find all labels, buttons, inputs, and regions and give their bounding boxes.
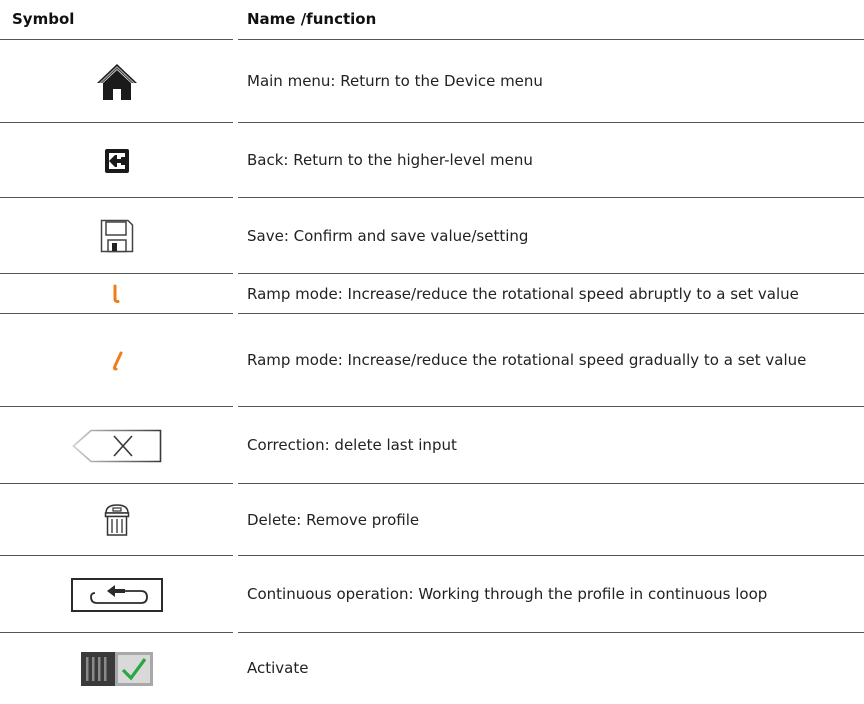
loop-return-icon (0, 556, 233, 633)
backspace-delete-icon (0, 407, 233, 484)
save-floppy-icon (0, 198, 233, 274)
back-exit-icon (0, 123, 233, 198)
trash-bin-icon (0, 484, 233, 556)
row-description: Save: Confirm and save value/setting (247, 226, 529, 245)
row-description: Ramp mode: Increase/reduce the rotationa… (247, 351, 807, 369)
table-row: Continuous operation: Working through th… (0, 556, 864, 633)
row-description: Activate (247, 659, 309, 677)
table-row: Ramp mode: Increase/reduce the rotationa… (0, 274, 864, 314)
row-description: Ramp mode: Increase/reduce the rotationa… (247, 284, 799, 303)
row-description: Continuous operation: Working through th… (247, 585, 768, 603)
table-row: Main menu: Return to the Device menu (0, 40, 864, 123)
row-description: Main menu: Return to the Device menu (247, 72, 543, 90)
table-row: Save: Confirm and save value/setting (0, 198, 864, 274)
table-row: Correction: delete last input (0, 407, 864, 484)
table-header: Symbol Name /function (0, 0, 864, 40)
ramp-gradual-icon (0, 314, 233, 407)
row-description: Delete: Remove profile (247, 510, 420, 529)
table-row: Delete: Remove profile (0, 484, 864, 556)
home-icon (0, 40, 233, 123)
table-row: Ramp mode: Increase/reduce the rotationa… (0, 314, 864, 407)
row-description: Correction: delete last input (247, 436, 457, 454)
header-symbol: Symbol (12, 10, 75, 28)
table-row: Activate (0, 633, 864, 704)
header-name-function: Name /function (247, 10, 377, 28)
ramp-abrupt-icon (0, 274, 233, 314)
activate-check-icon (0, 633, 233, 704)
row-description: Back: Return to the higher-level menu (247, 151, 533, 169)
symbol-table: Symbol Name /function Main menu: Return … (0, 0, 864, 704)
table-row: Back: Return to the higher-level menu (0, 123, 864, 198)
